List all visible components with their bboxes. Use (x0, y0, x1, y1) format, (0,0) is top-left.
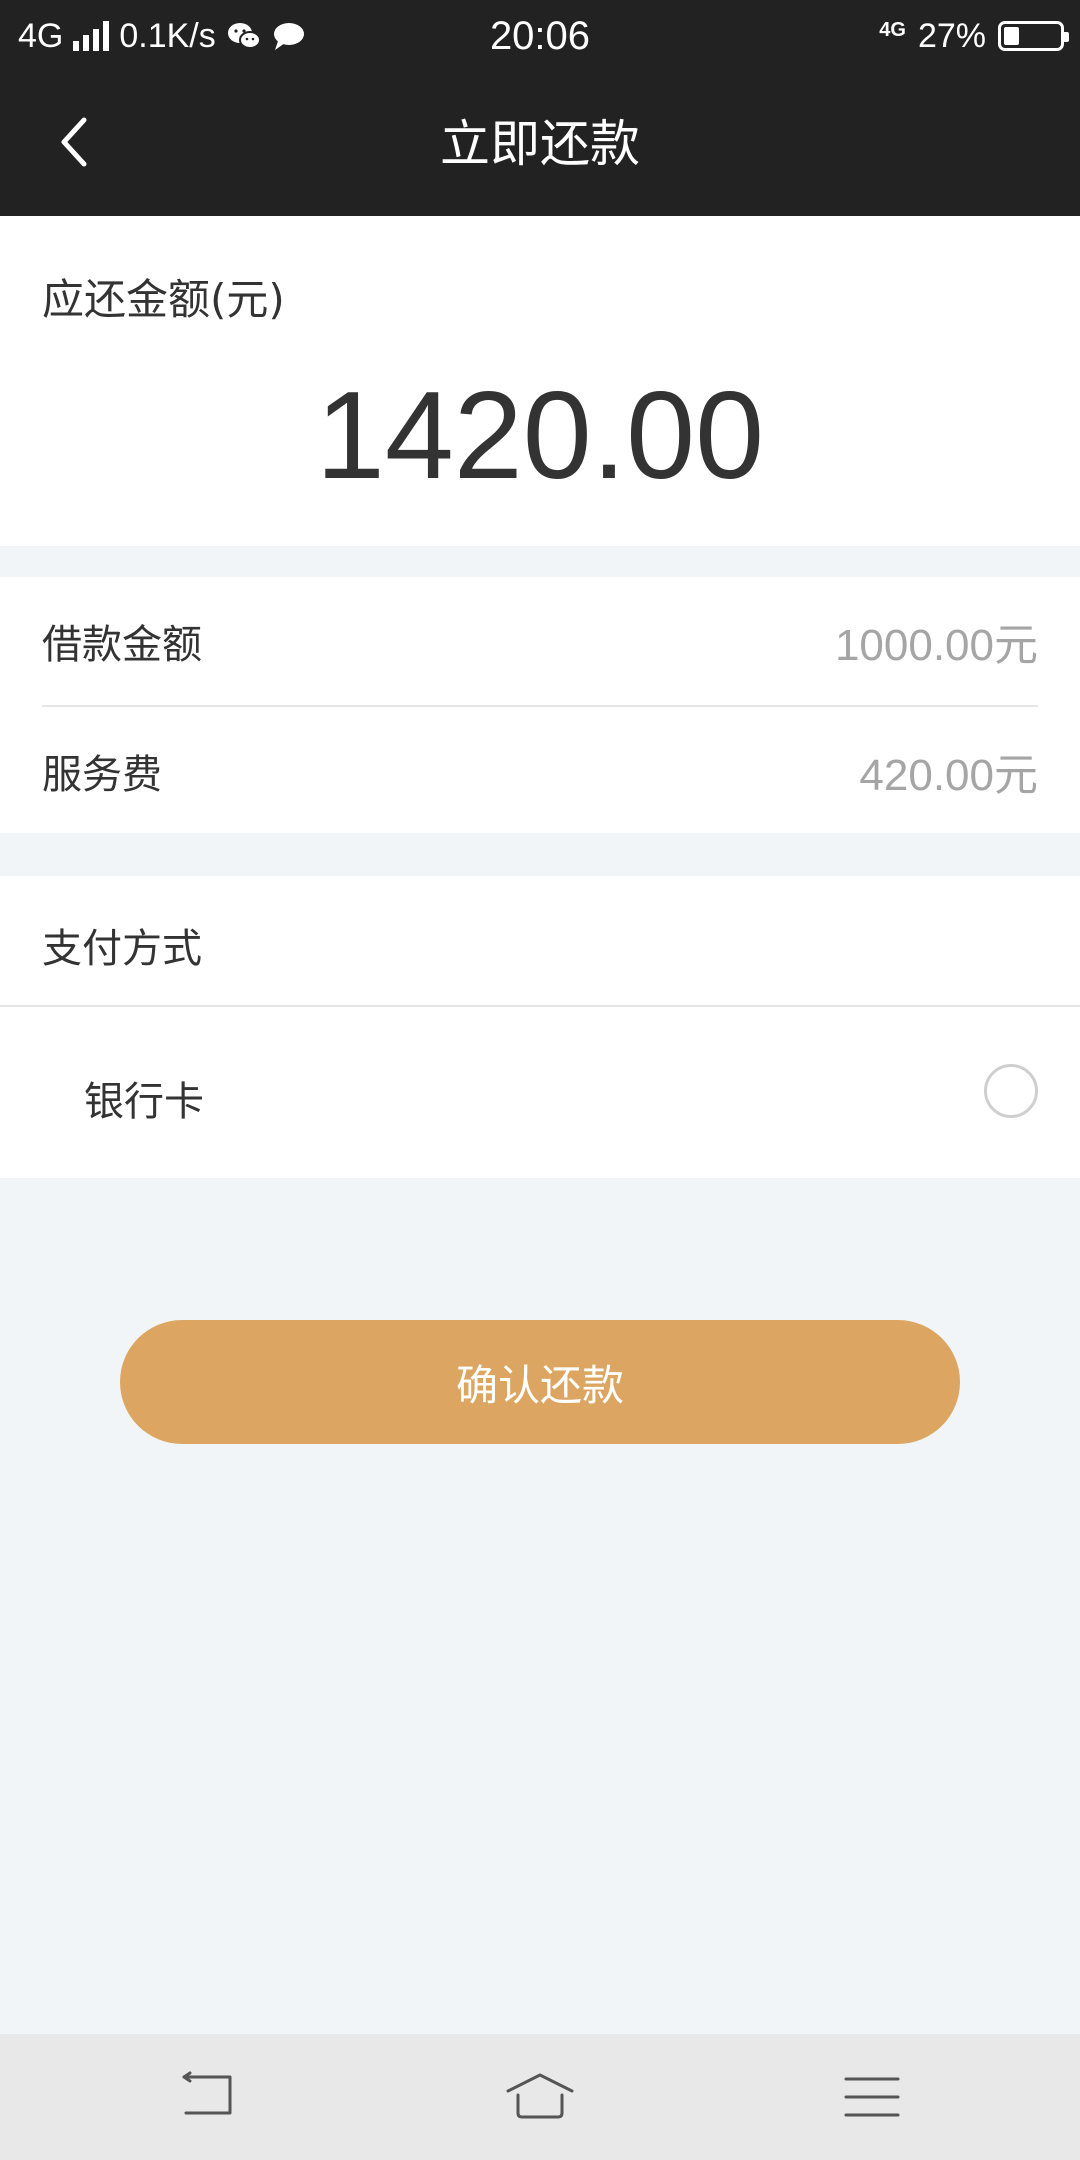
amount-due-card: 应还金额(元) 1420.00 (0, 216, 1080, 546)
data-network-indicator: 4G (879, 19, 906, 41)
payment-method-card: 支付方式 银行卡 (0, 876, 1080, 1178)
service-fee-label: 服务费 (42, 752, 162, 798)
loan-amount-label: 借款金额 (42, 622, 202, 668)
amount-due-label: 应还金额(元) (42, 275, 285, 324)
battery-icon (998, 21, 1069, 51)
menu-icon (844, 2077, 900, 2117)
home-icon (506, 2073, 574, 2119)
top-nav-bar: 立即还款 (0, 72, 1080, 216)
status-right: 4G 27% (879, 14, 1069, 58)
radio-button[interactable] (984, 1064, 1038, 1118)
system-home-button[interactable] (500, 2069, 580, 2125)
service-fee-row: 服务费 420.00元 (42, 707, 1038, 835)
system-nav-bar (0, 2034, 1080, 2160)
page-title: 立即还款 (440, 115, 640, 173)
system-back-button[interactable] (168, 2069, 248, 2125)
confirm-repay-button[interactable]: 确认还款 (120, 1320, 960, 1444)
battery-percent: 27% (917, 16, 986, 55)
payment-option-label: 银行卡 (84, 1079, 204, 1125)
loan-amount-value: 1000.00元 (834, 621, 1038, 670)
payment-option-bank-card[interactable]: 银行卡 (0, 1007, 1080, 1178)
system-menu-button[interactable] (832, 2069, 912, 2125)
loan-amount-row: 借款金额 1000.00元 (42, 577, 1038, 705)
payment-method-title: 支付方式 (42, 926, 202, 972)
back-icon (182, 2071, 232, 2115)
amount-due-value: 1420.00 (315, 367, 765, 505)
service-fee-value: 420.00元 (859, 751, 1038, 800)
loan-details-card: 借款金额 1000.00元 服务费 420.00元 (0, 577, 1080, 833)
status-bar: 4G 0.1K/s 20:06 4G 27% (0, 0, 1080, 72)
